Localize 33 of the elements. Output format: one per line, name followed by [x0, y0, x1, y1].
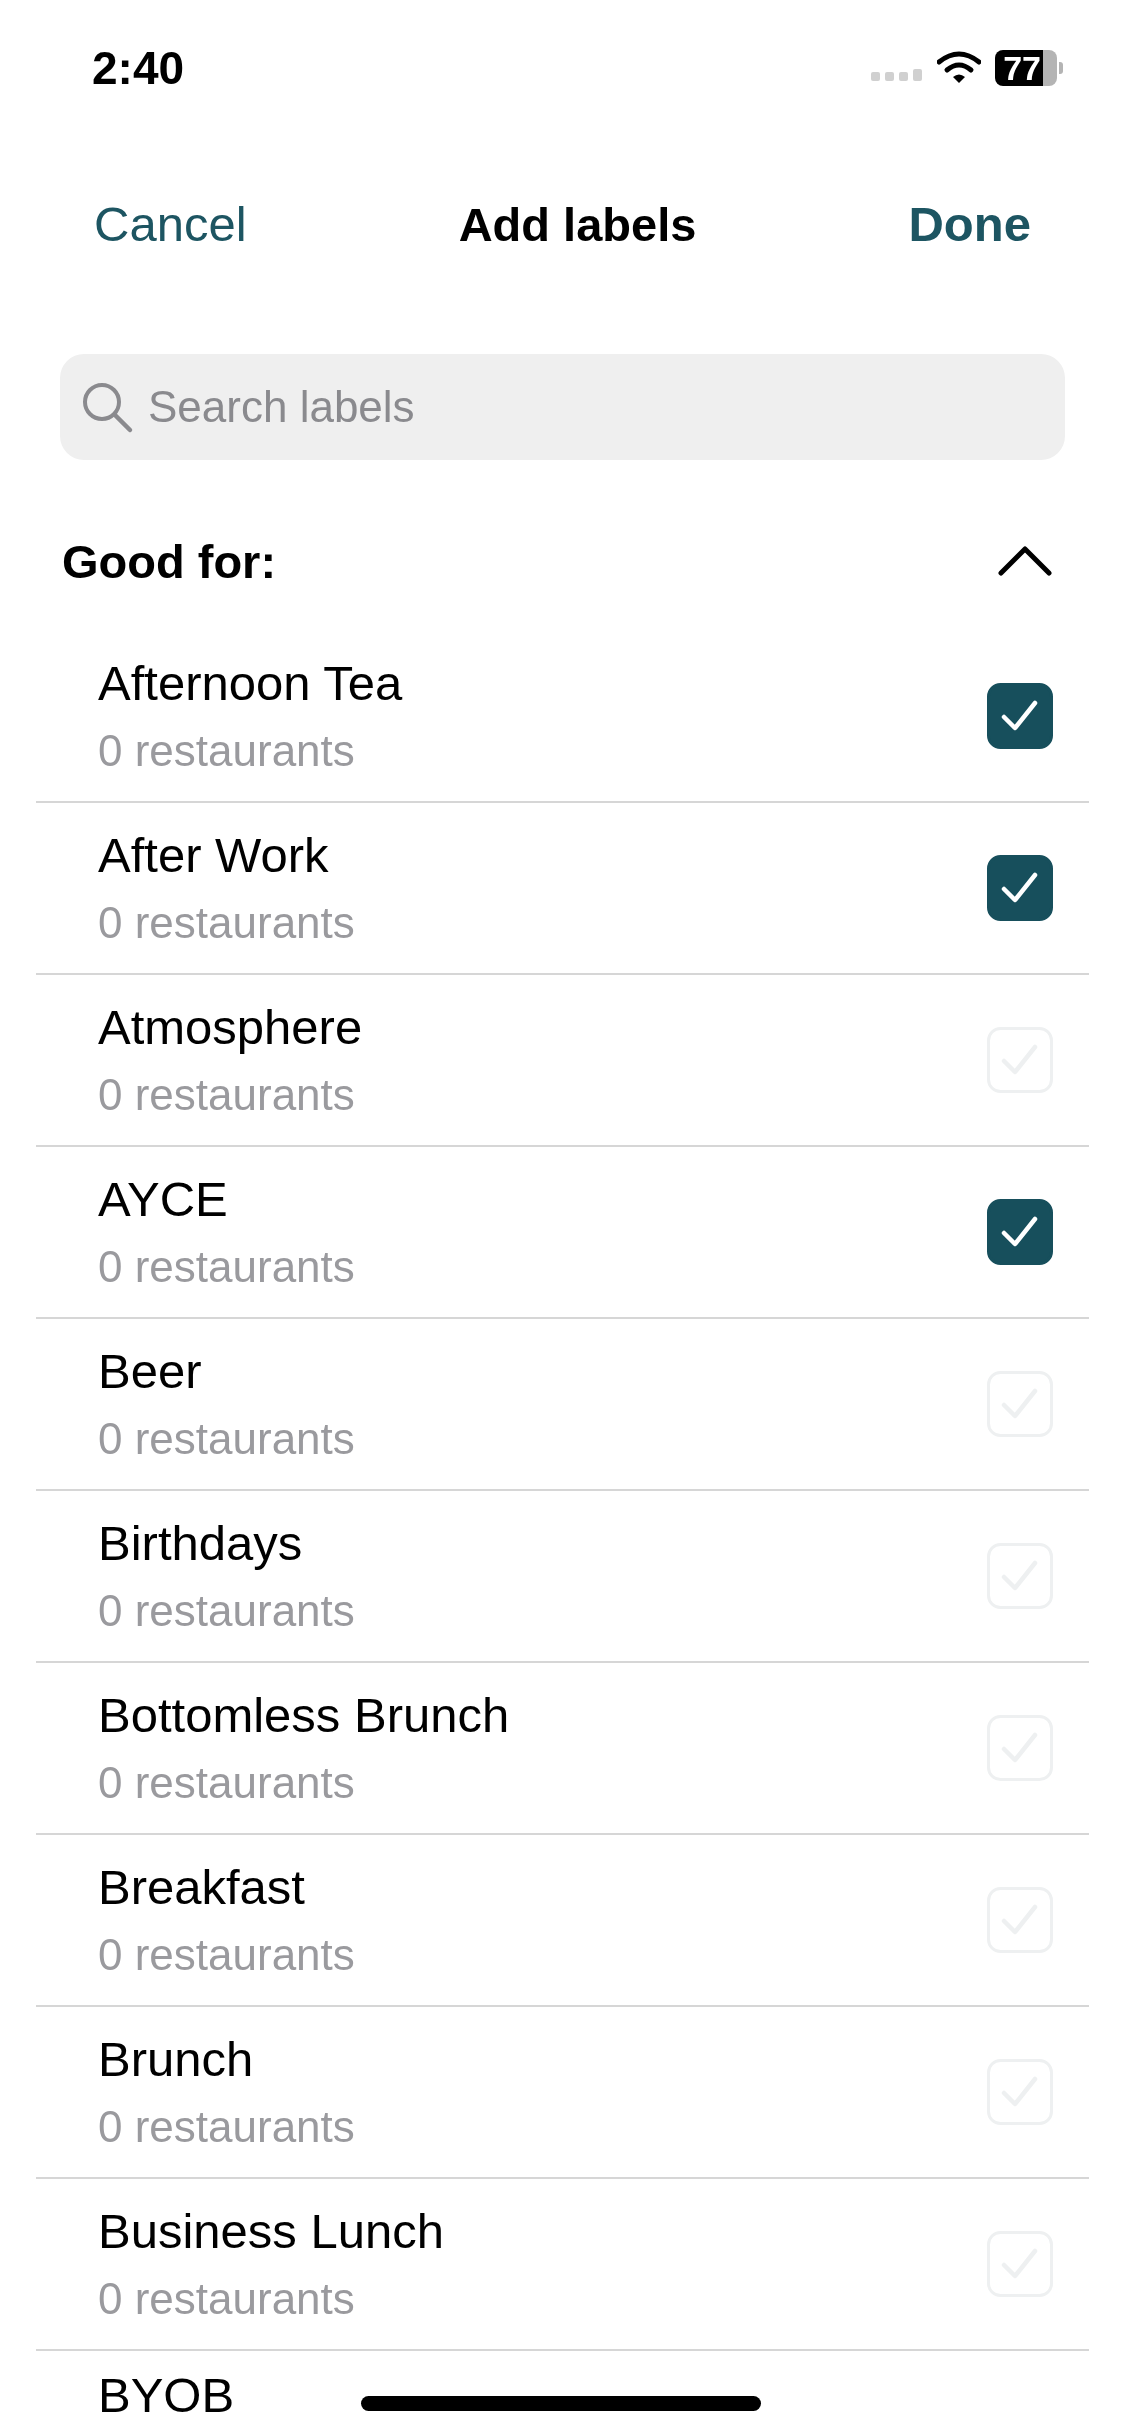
- checkbox[interactable]: [987, 683, 1053, 749]
- label-name[interactable]: Brunch: [98, 2029, 355, 2089]
- label-name[interactable]: Bottomless Brunch: [98, 1685, 510, 1745]
- restaurant-count: 0 restaurants: [98, 2273, 356, 2325]
- label-name[interactable]: AYCE: [98, 1169, 355, 1229]
- label-name[interactable]: Breakfast: [98, 1857, 355, 1917]
- wifi-icon: [937, 51, 982, 85]
- restaurant-count: 0 restaurants: [98, 897, 355, 949]
- label-name[interactable]: Business Lunch: [98, 2201, 444, 2261]
- checkbox[interactable]: [987, 855, 1053, 921]
- section-title: Good for:: [62, 533, 277, 589]
- restaurant-count: 0 restaurants: [98, 2101, 355, 2153]
- label-name[interactable]: Beer: [98, 1341, 355, 1401]
- status-time: 2:40: [92, 41, 185, 95]
- done-button[interactable]: Done: [908, 196, 1031, 252]
- restaurant-count: 0 restaurants: [98, 1069, 356, 1121]
- restaurant-count: 0 restaurants: [98, 1413, 355, 1465]
- chevron-icon[interactable]: [997, 545, 1053, 577]
- screen-title: Add labels: [458, 196, 697, 252]
- checkbox[interactable]: [987, 1199, 1053, 1265]
- label-name[interactable]: Birthdays: [98, 1513, 355, 1573]
- restaurant-count: 0 restaurants: [98, 1585, 355, 1637]
- label-name[interactable]: Atmosphere: [98, 997, 363, 1057]
- restaurant-count: 0 restaurants: [98, 1241, 355, 1293]
- restaurant-count: 0 restaurants: [98, 1929, 355, 1981]
- search-field[interactable]: Search labels: [60, 354, 1065, 460]
- label-name[interactable]: BYOB: [98, 2365, 235, 2425]
- cancel-button[interactable]: Cancel: [94, 196, 247, 252]
- label-name[interactable]: Afternoon Tea: [98, 653, 403, 713]
- signal-icon: [871, 68, 924, 82]
- restaurant-count: 0 restaurants: [98, 1757, 356, 1809]
- label-name[interactable]: After Work: [98, 825, 355, 885]
- restaurant-count: 0 restaurants: [98, 725, 356, 777]
